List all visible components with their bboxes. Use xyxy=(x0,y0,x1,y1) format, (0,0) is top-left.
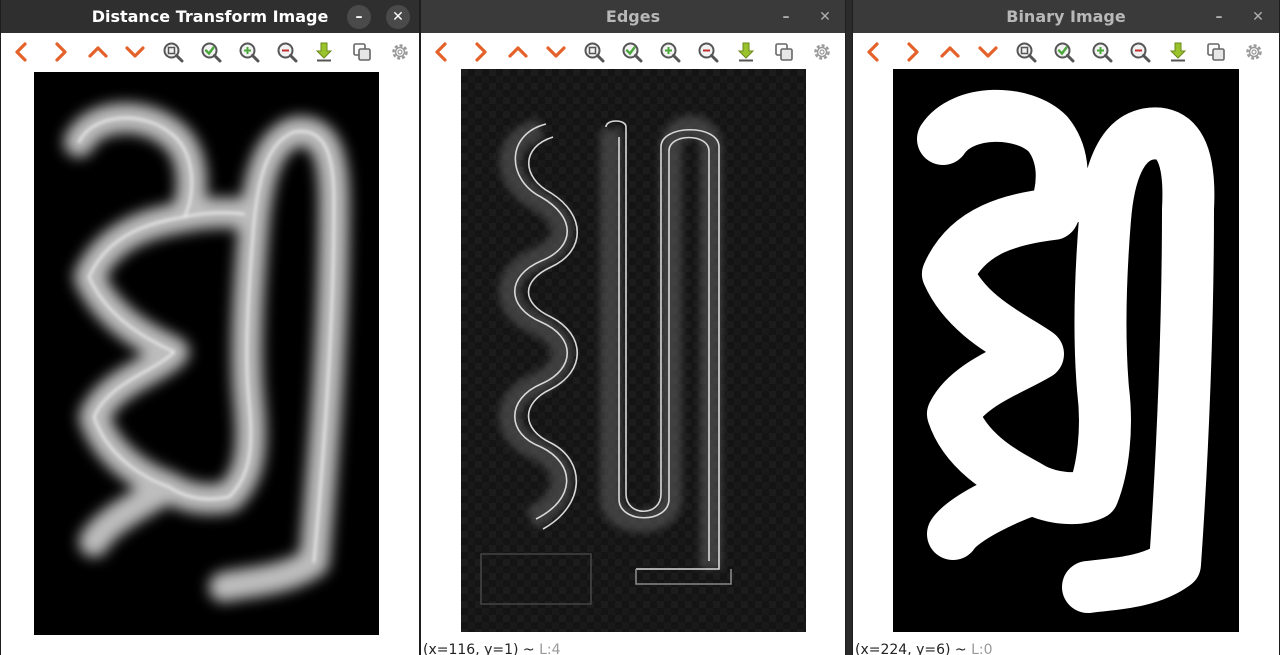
toolbar xyxy=(853,33,1279,71)
zoom-out-icon[interactable] xyxy=(689,33,727,71)
window-title: Distance Transform Image xyxy=(91,7,329,26)
save-icon[interactable] xyxy=(1159,33,1197,71)
window-titlebar[interactable]: Distance Transform Image – ✕ xyxy=(1,0,419,33)
chevron-down-icon[interactable] xyxy=(116,33,154,71)
binary-image xyxy=(917,89,1215,613)
chevron-left-icon[interactable] xyxy=(3,33,41,71)
window-title: Binary Image xyxy=(1006,7,1126,26)
settings-icon[interactable] xyxy=(381,33,419,71)
settings-icon[interactable] xyxy=(1235,33,1273,71)
chevron-up-icon[interactable] xyxy=(499,33,537,71)
chevron-up-icon[interactable] xyxy=(79,33,117,71)
copy-icon[interactable] xyxy=(1197,33,1235,71)
zoom-fit-icon[interactable] xyxy=(575,33,613,71)
zoom-in-icon[interactable] xyxy=(651,33,689,71)
zoom-fit-icon[interactable] xyxy=(154,33,192,71)
window-binary: Binary Image – ✕ (x=224, y=6) ~ L:0 xyxy=(852,0,1280,655)
status-bar: (x=224, y=6) ~ L:0 xyxy=(855,642,993,655)
zoom-reset-icon[interactable] xyxy=(613,33,651,71)
status-bar: (x=116, y=1) ~ L:4 xyxy=(423,642,561,655)
distance-transform-image xyxy=(64,103,349,602)
image-canvas[interactable] xyxy=(461,69,806,632)
close-button[interactable]: ✕ xyxy=(386,5,410,29)
close-button[interactable]: ✕ xyxy=(1246,5,1270,29)
window-distance-transform: Distance Transform Image – ✕ xyxy=(0,0,420,655)
chevron-right-icon[interactable] xyxy=(893,33,931,71)
save-icon[interactable] xyxy=(727,33,765,71)
chevron-left-icon[interactable] xyxy=(423,33,461,71)
toolbar xyxy=(1,33,419,71)
save-icon[interactable] xyxy=(306,33,344,71)
copy-icon[interactable] xyxy=(765,33,803,71)
chevron-left-icon[interactable] xyxy=(855,33,893,71)
minimize-button[interactable]: – xyxy=(347,5,371,29)
window-titlebar[interactable]: Edges – ✕ xyxy=(421,0,845,33)
zoom-reset-icon[interactable] xyxy=(1045,33,1083,71)
zoom-reset-icon[interactable] xyxy=(192,33,230,71)
window-edges: Edges – ✕ (x=116, y=1) ~ L:4 xyxy=(420,0,846,655)
chevron-right-icon[interactable] xyxy=(41,33,79,71)
minimize-button[interactable]: – xyxy=(774,5,798,29)
chevron-right-icon[interactable] xyxy=(461,33,499,71)
status-level: L:0 xyxy=(971,642,993,655)
zoom-out-icon[interactable] xyxy=(1121,33,1159,71)
zoom-in-icon[interactable] xyxy=(230,33,268,71)
edges-image xyxy=(461,69,806,632)
chevron-down-icon[interactable] xyxy=(537,33,575,71)
chevron-down-icon[interactable] xyxy=(969,33,1007,71)
status-coordinates: (x=116, y=1) ~ xyxy=(423,642,540,655)
minimize-button[interactable]: – xyxy=(1207,5,1231,29)
settings-icon[interactable] xyxy=(803,33,841,71)
status-coordinates: (x=224, y=6) ~ xyxy=(855,642,972,655)
zoom-fit-icon[interactable] xyxy=(1007,33,1045,71)
close-button[interactable]: ✕ xyxy=(813,5,837,29)
image-canvas[interactable] xyxy=(893,69,1239,632)
zoom-out-icon[interactable] xyxy=(268,33,306,71)
window-titlebar[interactable]: Binary Image – ✕ xyxy=(853,0,1279,33)
copy-icon[interactable] xyxy=(343,33,381,71)
zoom-in-icon[interactable] xyxy=(1083,33,1121,71)
chevron-up-icon[interactable] xyxy=(931,33,969,71)
image-canvas[interactable] xyxy=(34,72,379,635)
status-level: L:4 xyxy=(539,642,561,655)
window-title: Edges xyxy=(605,7,661,26)
toolbar xyxy=(421,33,845,71)
